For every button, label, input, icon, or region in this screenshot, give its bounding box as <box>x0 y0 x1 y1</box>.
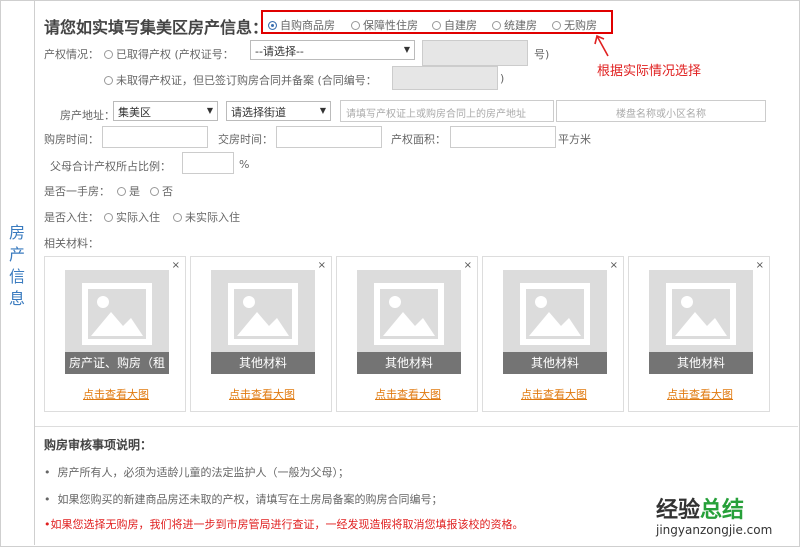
view-large-link[interactable]: 点击查看大图 <box>483 386 625 402</box>
radio-property-contract[interactable]: 未取得产权证，但已签订购房合同并备案 (合同编号： <box>104 72 377 88</box>
deliver-time-label: 交房时间： <box>218 133 273 146</box>
view-large-link[interactable]: 点击查看大图 <box>45 386 187 402</box>
cert-suffix: 号) <box>534 48 550 61</box>
cert-year-select[interactable]: --请选择-- ▼ <box>250 40 415 60</box>
section-label: 房产信息 <box>8 223 25 308</box>
address-input[interactable]: 请填写产权证上或购房合同上的房产地址 <box>340 100 554 122</box>
card-caption: 其他材料 <box>649 352 753 374</box>
radio-icon <box>104 213 113 222</box>
card-caption: 其他材料 <box>503 352 607 374</box>
radio-property-obtained[interactable]: 已取得产权 (产权证号： <box>104 46 234 62</box>
first-hand-label: 是否一手房： <box>44 185 110 198</box>
radio-first-hand-no[interactable]: 否 <box>150 183 173 199</box>
deliver-time-input[interactable] <box>276 126 382 148</box>
street-select[interactable]: 请选择街道 ▼ <box>226 101 331 121</box>
view-large-link[interactable]: 点击查看大图 <box>337 386 479 402</box>
radio-icon <box>117 187 126 196</box>
radio-icon <box>104 50 113 59</box>
chevron-down-icon: ▼ <box>403 45 410 54</box>
divider <box>35 426 798 427</box>
section-side-column: 房产信息 <box>0 0 35 545</box>
close-icon[interactable]: × <box>464 260 472 271</box>
chevron-down-icon: ▼ <box>206 106 213 115</box>
area-label: 产权面积： <box>391 133 446 146</box>
building-input[interactable]: 楼盘名称或小区名称 <box>556 100 766 122</box>
cert-number-input[interactable] <box>422 40 528 66</box>
notes-title: 购房审核事项说明： <box>44 438 153 452</box>
area-unit: 平方米 <box>558 133 591 146</box>
contract-number-input[interactable] <box>392 66 498 90</box>
close-icon[interactable]: × <box>318 260 326 271</box>
close-icon[interactable]: × <box>610 260 618 271</box>
area-input[interactable] <box>450 126 556 148</box>
close-icon[interactable]: × <box>756 260 764 271</box>
occupancy-label: 是否入住： <box>44 211 99 224</box>
ratio-label: 父母合计产权所占比例： <box>50 160 171 173</box>
image-placeholder[interactable]: 其他材料 <box>649 270 753 374</box>
card-caption: 其他材料 <box>357 352 461 374</box>
contract-suffix: ) <box>500 72 505 85</box>
radio-icon <box>150 187 159 196</box>
section-title: 请您如实填写集美区房产信息： <box>44 18 269 37</box>
chevron-down-icon: ▼ <box>319 106 326 115</box>
district-select[interactable]: 集美区 ▼ <box>113 101 218 121</box>
annotation-text: 根据实际情况选择 <box>597 64 702 79</box>
arrow-icon <box>594 34 609 57</box>
material-card: × 其他材料 点击查看大图 <box>482 256 624 412</box>
radio-first-hand-yes[interactable]: 是 <box>117 183 140 199</box>
materials-label: 相关材料： <box>44 237 99 250</box>
material-card: × 房产证、购房（租 点击查看大图 <box>44 256 186 412</box>
watermark-url: jingyanzongjie.com <box>656 523 773 537</box>
view-large-link[interactable]: 点击查看大图 <box>191 386 333 402</box>
note-item: • 如果您购买的新建商品房还未取的产权，请填写在土房局备案的购房合同编号； <box>44 493 443 506</box>
image-placeholder[interactable]: 房产证、购房（租 <box>65 270 169 374</box>
watermark-logo: 经验总结 <box>656 498 745 523</box>
address-label: 房产地址： <box>60 109 115 122</box>
buy-time-label: 购房时间： <box>44 133 99 146</box>
note-item: • 房产所有人，必须为适龄儿童的法定监护人（一般为父母）； <box>44 466 349 479</box>
material-card: × 其他材料 点击查看大图 <box>336 256 478 412</box>
image-placeholder[interactable]: 其他材料 <box>503 270 607 374</box>
material-card: × 其他材料 点击查看大图 <box>628 256 770 412</box>
ratio-input[interactable] <box>182 152 234 174</box>
warning-text: •如果您选择无购房，我们将进一步到市房管局进行查证，一经发现造假将取消您填报该校… <box>44 518 524 531</box>
card-caption: 其他材料 <box>211 352 315 374</box>
radio-icon <box>104 76 113 85</box>
radio-not-occupied[interactable]: 未实际入住 <box>173 209 240 225</box>
highlight-box <box>261 10 613 34</box>
radio-occupied[interactable]: 实际入住 <box>104 209 160 225</box>
material-card: × 其他材料 点击查看大图 <box>190 256 332 412</box>
buy-time-input[interactable] <box>102 126 208 148</box>
image-placeholder[interactable]: 其他材料 <box>357 270 461 374</box>
card-caption: 房产证、购房（租 <box>65 352 169 374</box>
view-large-link[interactable]: 点击查看大图 <box>629 386 771 402</box>
image-placeholder[interactable]: 其他材料 <box>211 270 315 374</box>
ratio-unit: % <box>239 158 250 171</box>
close-icon[interactable]: × <box>172 260 180 271</box>
radio-icon <box>173 213 182 222</box>
property-label: 产权情况： <box>44 48 99 61</box>
